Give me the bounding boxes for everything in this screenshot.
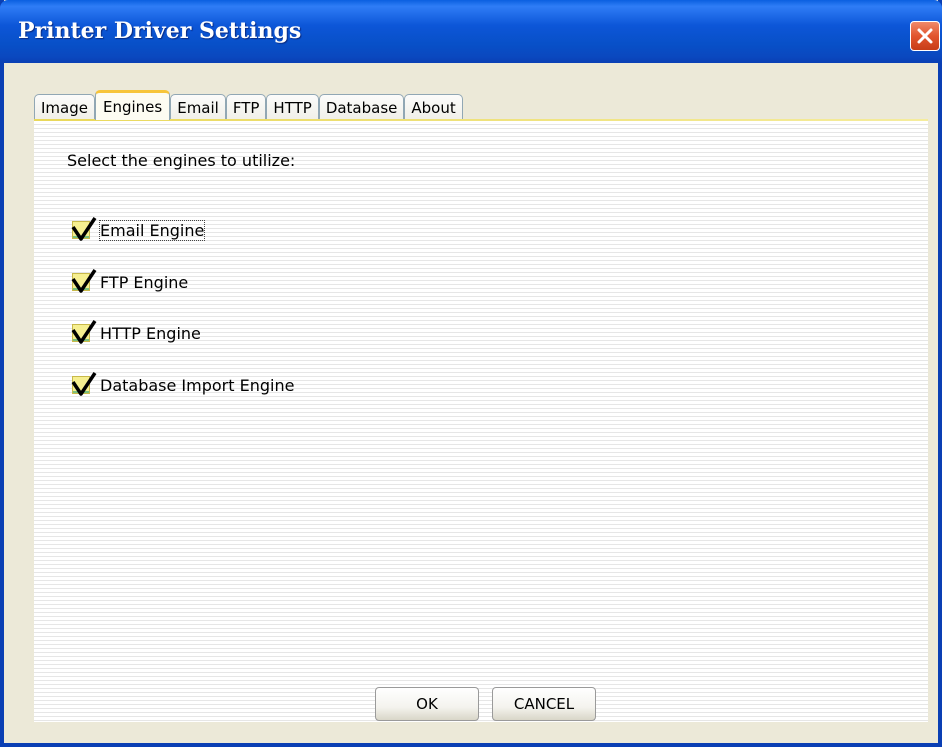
tab-ftp[interactable]: FTP <box>225 94 267 120</box>
http-engine-label: HTTP Engine <box>100 323 201 343</box>
tab-label: HTTP <box>273 98 312 117</box>
checkbox[interactable] <box>70 267 98 297</box>
tab-label: About <box>411 98 456 117</box>
email-engine-label: Email Engine <box>98 219 206 241</box>
tab-email[interactable]: Email <box>170 94 226 120</box>
dialog-client-area: Image Engines Email FTP HTTP Database Ab… <box>12 63 938 743</box>
tab-strip: Image Engines Email FTP HTTP Database Ab… <box>34 90 463 120</box>
tab-about[interactable]: About <box>404 94 463 120</box>
email-engine-checkbox[interactable]: Email Engine <box>70 215 206 245</box>
database-import-engine-label: Database Import Engine <box>100 375 295 395</box>
ok-button[interactable]: OK <box>375 687 479 721</box>
tab-label: Engines <box>102 97 163 116</box>
tab-image[interactable]: Image <box>34 94 95 120</box>
cancel-button[interactable]: CANCEL <box>492 687 596 721</box>
title-bar[interactable]: Printer Driver Settings <box>0 0 942 63</box>
checkbox[interactable] <box>70 370 98 400</box>
engines-prompt: Select the engines to utilize: <box>67 151 296 170</box>
tab-engines[interactable]: Engines <box>94 90 171 120</box>
window-title: Printer Driver Settings <box>18 18 302 44</box>
checkbox[interactable] <box>70 318 98 348</box>
checkmark-icon <box>71 320 97 344</box>
tab-label: Email <box>177 98 219 117</box>
tab-label: Image <box>41 98 88 117</box>
engines-tab-panel <box>34 121 928 722</box>
ftp-engine-checkbox[interactable]: FTP Engine <box>70 267 188 297</box>
close-button[interactable] <box>910 21 940 51</box>
tab-database[interactable]: Database <box>318 94 405 120</box>
ftp-engine-label: FTP Engine <box>100 272 189 292</box>
checkmark-icon <box>71 372 97 396</box>
database-import-engine-checkbox[interactable]: Database Import Engine <box>70 370 294 400</box>
checkbox[interactable] <box>70 215 98 245</box>
http-engine-checkbox[interactable]: HTTP Engine <box>70 318 201 348</box>
tab-label: FTP <box>232 98 260 117</box>
checkmark-icon <box>71 217 97 241</box>
tab-http[interactable]: HTTP <box>266 94 319 120</box>
checkmark-icon <box>71 269 97 293</box>
close-icon <box>917 28 933 44</box>
tab-label: Database <box>325 98 398 117</box>
printer-driver-settings-window: Printer Driver Settings Image Engines Em… <box>0 0 942 747</box>
